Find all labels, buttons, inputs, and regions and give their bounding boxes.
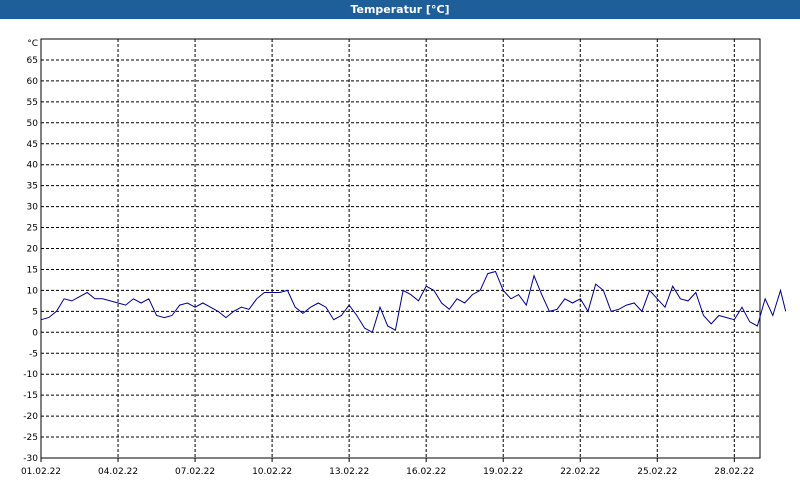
axes bbox=[40, 38, 761, 462]
y-tick-label: -30 bbox=[23, 454, 38, 464]
y-tick-label: -20 bbox=[23, 412, 38, 422]
y-tick-label: 65 bbox=[27, 56, 38, 66]
y-tick-label: 30 bbox=[27, 203, 39, 213]
x-tick-label: 10.02.22 bbox=[252, 467, 292, 477]
y-tick-label: 5 bbox=[32, 307, 38, 317]
y-tick-label: 0 bbox=[32, 328, 38, 338]
series-group bbox=[40, 270, 787, 334]
y-axis-label: °C bbox=[27, 39, 38, 49]
y-tick-labels: 65605550454035302520151050-5-10-15-20-25… bbox=[23, 56, 38, 464]
y-tick-label: 10 bbox=[27, 286, 39, 296]
y-tick-label: 45 bbox=[27, 140, 38, 150]
y-tick-label: 20 bbox=[27, 245, 39, 255]
plot-area: 65 60 55 50 45 40 35 30 25 20 15 10 5 0 -5 -10 -15 -20 -25… bbox=[0, 19, 800, 500]
x-tick-label: 28.02.22 bbox=[714, 467, 754, 477]
y-tick-label: 60 bbox=[27, 77, 39, 87]
y-tick-label: -25 bbox=[23, 433, 38, 443]
y-tick-label: 15 bbox=[27, 265, 38, 275]
y-tick-label: -5 bbox=[29, 349, 38, 359]
x-tick-label: 16.02.22 bbox=[406, 467, 446, 477]
x-tick-labels: 01.02.22 04.02.22 07.02.22 10.02.22 13.02.22… bbox=[21, 467, 754, 477]
x-tick-label: 07.02.22 bbox=[175, 467, 215, 477]
y-tick-label: 55 bbox=[27, 98, 38, 108]
y-tick-label: 50 bbox=[27, 119, 39, 129]
grid bbox=[41, 39, 760, 458]
series-line bbox=[40, 270, 787, 334]
x-tick-label: 13.02.22 bbox=[329, 467, 369, 477]
x-tick-label: 22.02.22 bbox=[560, 467, 600, 477]
y-tick-label: -15 bbox=[23, 391, 38, 401]
chart-title: Temperatur [°C] bbox=[0, 0, 800, 19]
x-tick-label: 04.02.22 bbox=[98, 467, 138, 477]
temperature-chart: 65605550454035302520151050-5-10-15-20-25… bbox=[21, 38, 787, 477]
y-tick-label: 35 bbox=[27, 182, 38, 192]
y-tick-label: -10 bbox=[23, 370, 38, 380]
x-tick-label: 19.02.22 bbox=[483, 467, 523, 477]
x-tick-label: 25.02.22 bbox=[637, 467, 677, 477]
x-tick-label: 01.02.22 bbox=[21, 467, 61, 477]
y-tick-label: 40 bbox=[27, 161, 39, 171]
y-tick-label: 25 bbox=[27, 224, 38, 234]
